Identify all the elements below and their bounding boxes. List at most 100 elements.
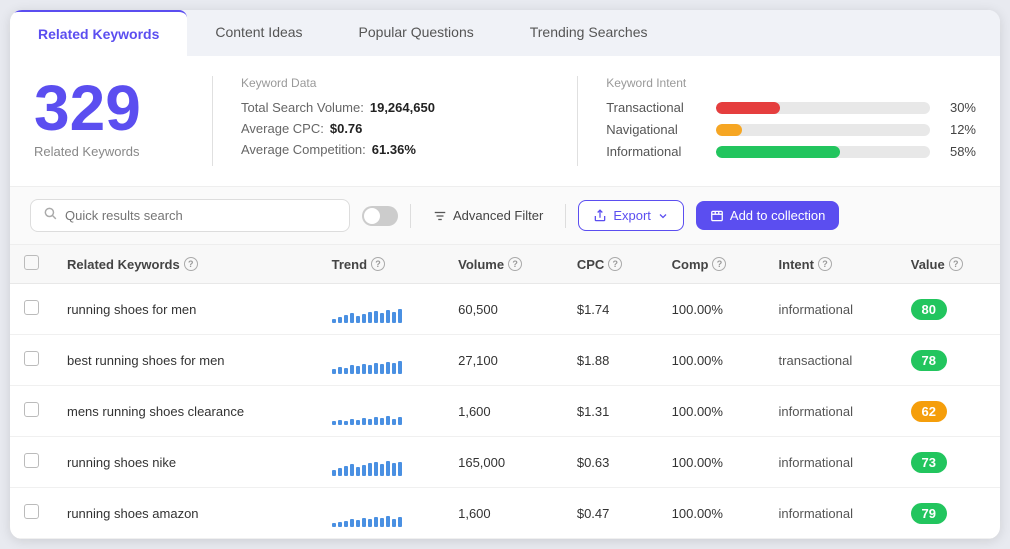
add-to-collection-button[interactable]: Add to collection [696, 201, 839, 230]
trend-bar-0 [332, 319, 336, 323]
trend-bar-4 [356, 366, 360, 374]
trend-bar-0 [332, 369, 336, 374]
row-comp-2: 100.00% [658, 386, 765, 437]
intent-bar-bg-1 [716, 124, 930, 136]
keyword-count-label: Related Keywords [34, 144, 184, 159]
th-comp-help-icon[interactable]: ? [712, 257, 726, 271]
th-volume-help-icon[interactable]: ? [508, 257, 522, 271]
avg-competition-value: 61.36% [372, 142, 416, 157]
row-value-0: 80 [897, 284, 1000, 335]
row-intent-2: informational [765, 386, 897, 437]
trend-bar-6 [368, 463, 372, 476]
th-value-help-icon[interactable]: ? [949, 257, 963, 271]
trend-bar-3 [350, 419, 354, 425]
row-checkbox-cell [10, 284, 53, 335]
th-cpc: CPC ? [563, 245, 658, 284]
trend-bar-9 [386, 461, 390, 476]
summary-section: 329 Related Keywords Keyword Data Total … [10, 56, 1000, 187]
th-keyword: Related Keywords ? [53, 245, 318, 284]
row-keyword-0: running shoes for men [53, 284, 318, 335]
trend-bar-4 [356, 420, 360, 425]
trend-bar-4 [356, 467, 360, 476]
row-checkbox-1[interactable] [24, 351, 39, 366]
trend-bar-5 [362, 465, 366, 476]
intent-label-2: Informational [606, 144, 706, 159]
trend-bar-11 [398, 517, 402, 527]
row-checkbox-3[interactable] [24, 453, 39, 468]
intent-pct-0: 30% [940, 100, 976, 115]
keyword-data-title: Keyword Data [241, 76, 549, 90]
trend-bar-2 [344, 368, 348, 374]
toggle-switch[interactable] [362, 206, 398, 226]
header-checkbox[interactable] [24, 255, 39, 270]
trend-bar-1 [338, 522, 342, 527]
trend-bar-8 [380, 364, 384, 374]
advanced-filter-button[interactable]: Advanced Filter [423, 202, 553, 229]
avg-cpc-value: $0.76 [330, 121, 363, 136]
avg-cpc-label: Average CPC: [241, 121, 324, 136]
trend-bar-0 [332, 421, 336, 425]
export-button[interactable]: Export [578, 200, 684, 231]
value-badge-4: 79 [911, 503, 947, 524]
value-badge-3: 73 [911, 452, 947, 473]
trend-bar-6 [368, 519, 372, 527]
add-collection-label: Add to collection [730, 208, 825, 223]
intent-label-0: Transactional [606, 100, 706, 115]
row-checkbox-0[interactable] [24, 300, 39, 315]
avg-competition-row: Average Competition: 61.36% [241, 142, 549, 157]
th-keyword-help-icon[interactable]: ? [184, 257, 198, 271]
row-checkbox-cell [10, 386, 53, 437]
table-row: mens running shoes clearance 1,600 $1.31… [10, 386, 1000, 437]
row-intent-3: informational [765, 437, 897, 488]
row-keyword-3: running shoes nike [53, 437, 318, 488]
trend-bar-10 [392, 463, 396, 476]
row-checkbox-cell [10, 437, 53, 488]
trend-bar-10 [392, 519, 396, 527]
row-trend-0 [318, 284, 444, 335]
tab-popular-questions[interactable]: Popular Questions [331, 10, 502, 56]
export-label: Export [613, 208, 651, 223]
th-checkbox [10, 245, 53, 284]
trend-bar-6 [368, 365, 372, 374]
row-checkbox-2[interactable] [24, 402, 39, 417]
tab-content-ideas[interactable]: Content Ideas [187, 10, 330, 56]
th-volume: Volume ? [444, 245, 563, 284]
th-cpc-help-icon[interactable]: ? [608, 257, 622, 271]
th-intent-help-icon[interactable]: ? [818, 257, 832, 271]
search-wrap[interactable] [30, 199, 350, 232]
intent-label-1: Navigational [606, 122, 706, 137]
keyword-data-block: Keyword Data Total Search Volume: 19,264… [241, 76, 549, 166]
trend-bar-1 [338, 317, 342, 323]
search-input[interactable] [65, 208, 337, 223]
row-value-3: 73 [897, 437, 1000, 488]
th-intent: Intent ? [765, 245, 897, 284]
toolbar-divider-2 [565, 204, 566, 228]
trend-bar-1 [338, 468, 342, 476]
keyword-count-block: 329 Related Keywords [34, 76, 184, 166]
intent-bar-1 [716, 124, 742, 136]
trend-bar-10 [392, 312, 396, 323]
toolbar: Advanced Filter Export Add to collection [10, 187, 1000, 245]
th-trend-help-icon[interactable]: ? [371, 257, 385, 271]
value-badge-0: 80 [911, 299, 947, 320]
trend-bar-1 [338, 367, 342, 374]
row-intent-4: informational [765, 488, 897, 539]
search-icon [43, 206, 57, 225]
trend-bar-10 [392, 419, 396, 425]
row-keyword-4: running shoes amazon [53, 488, 318, 539]
keywords-table-wrap: Related Keywords ? Trend ? Volume [10, 245, 1000, 539]
tab-trending-searches[interactable]: Trending Searches [502, 10, 676, 56]
row-value-2: 62 [897, 386, 1000, 437]
row-cpc-2: $1.31 [563, 386, 658, 437]
trend-bar-7 [374, 462, 378, 476]
row-cpc-4: $0.47 [563, 488, 658, 539]
row-cpc-1: $1.88 [563, 335, 658, 386]
trend-bar-9 [386, 362, 390, 374]
trend-bar-2 [344, 315, 348, 323]
tab-related-keywords[interactable]: Related Keywords [10, 10, 187, 56]
row-checkbox-4[interactable] [24, 504, 39, 519]
trend-bar-9 [386, 416, 390, 425]
row-keyword-2: mens running shoes clearance [53, 386, 318, 437]
trend-bar-9 [386, 310, 390, 323]
row-value-1: 78 [897, 335, 1000, 386]
